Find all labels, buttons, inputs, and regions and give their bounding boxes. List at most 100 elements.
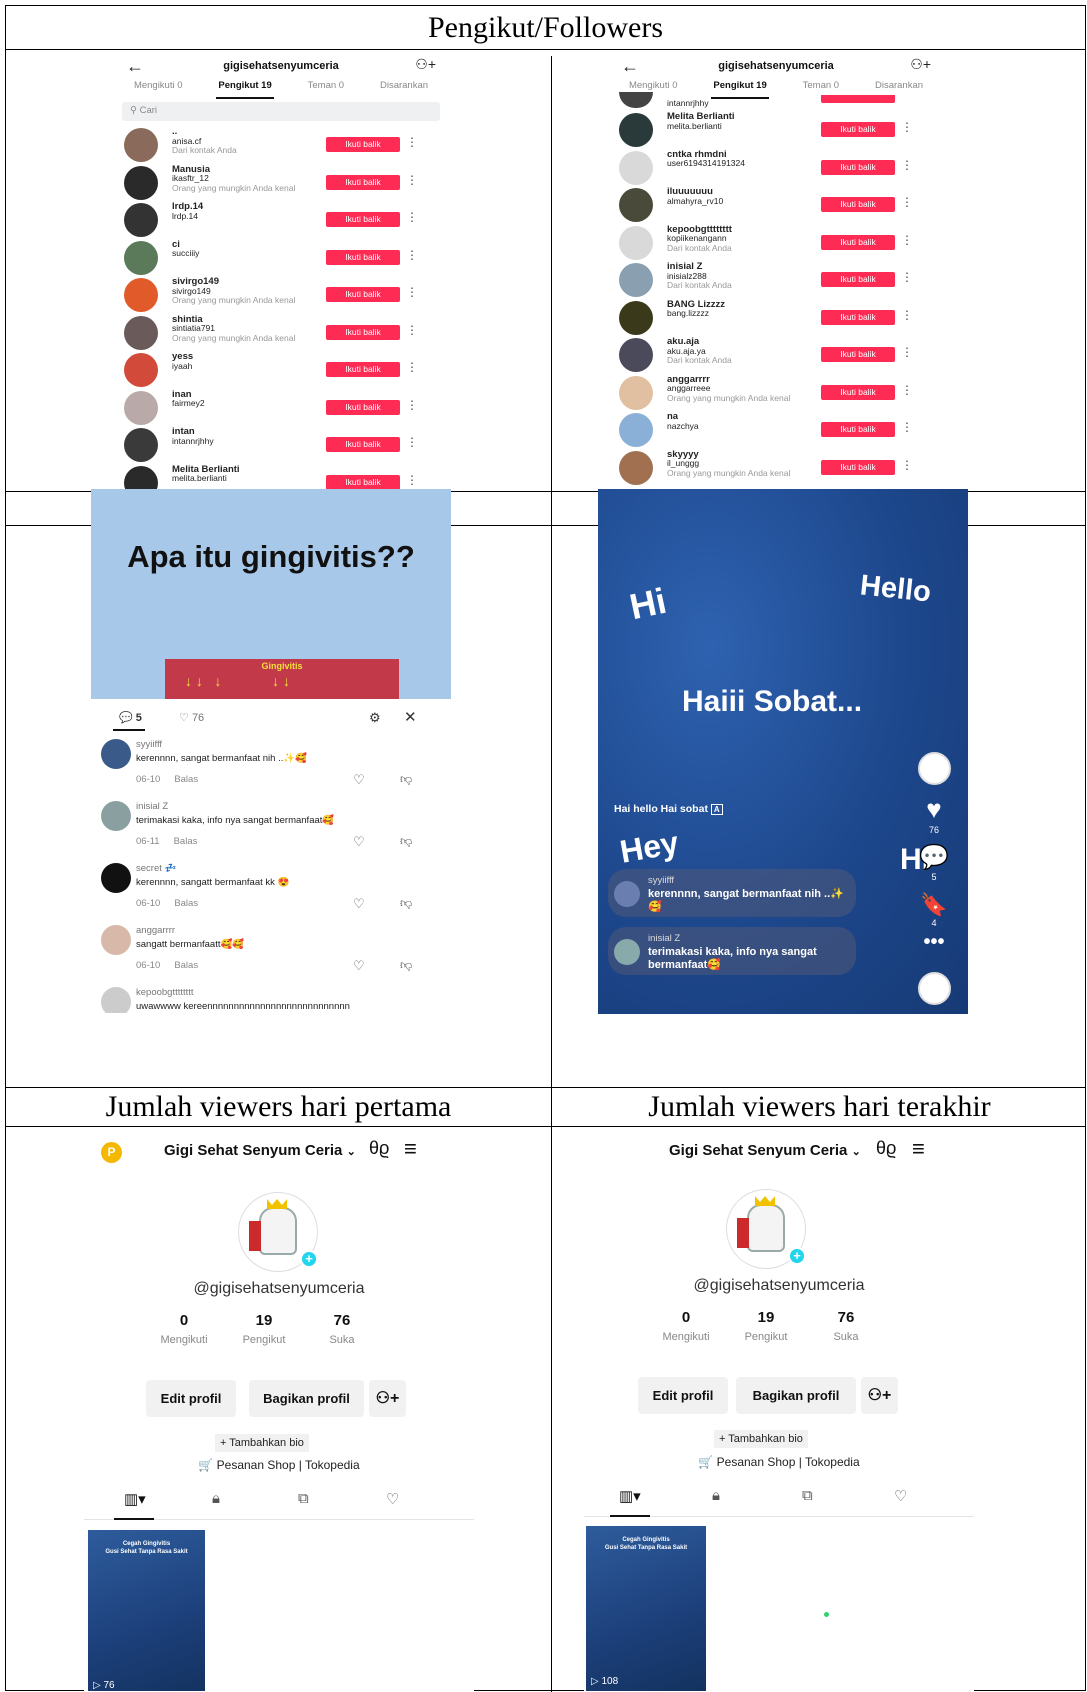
follower-row[interactable]: BANG Lizzzz bang.lizzzz Ikuti balik ⋮	[611, 299, 941, 337]
follow-back-button[interactable]: Ikuti balik	[821, 422, 895, 437]
like-action[interactable]: ♥ 76	[914, 794, 954, 835]
reply-button[interactable]: Balas	[174, 774, 198, 785]
more-icon[interactable]: ⋮	[406, 285, 418, 299]
comment-user[interactable]: kepoobgtttttttt	[136, 987, 194, 998]
more-icon[interactable]: ⋮	[901, 233, 913, 247]
follower-row[interactable]: Melita Berlianti melita.berlianti Ikuti ba…	[116, 464, 446, 490]
more-icon[interactable]: ⋮	[406, 473, 418, 487]
heart-icon[interactable]: ♡	[353, 772, 365, 788]
follow-back-button[interactable]: Ikuti balik	[821, 234, 895, 250]
reply-button[interactable]: Balas	[174, 836, 198, 847]
more-icon[interactable]: ⋮	[406, 435, 418, 449]
video-thumbnail[interactable]: Cegah Gingivitis Gusi Sehat Tanpa Rasa S…	[586, 1526, 706, 1691]
dislike-icon[interactable]: 👎︎	[400, 896, 412, 911]
avatar[interactable]	[101, 739, 131, 769]
stat-likes[interactable]: 76 Suka	[816, 1309, 876, 1343]
follow-back-button[interactable]: Ikuti balik	[326, 362, 400, 377]
follower-row[interactable]: cntka rhmdni user6194314191324 Ikuti balik…	[611, 149, 941, 187]
tab-friends[interactable]: Teman 0	[306, 80, 346, 99]
avatar[interactable]	[124, 428, 158, 462]
avatar[interactable]	[619, 113, 653, 147]
more-icon[interactable]: ⋮	[901, 383, 913, 397]
follower-row[interactable]: .. anisa.cf Dari kontak Anda Ikuti balik ⋮	[116, 127, 446, 164]
follow-back-button[interactable]: Ikuti balik	[326, 399, 400, 415]
more-icon[interactable]: ⋮	[406, 173, 418, 187]
avatar[interactable]	[124, 353, 158, 387]
avatar[interactable]	[619, 300, 653, 335]
follow-back-button[interactable]: Ikuti balik	[821, 272, 895, 287]
add-friend-icon[interactable]: ⚇+	[861, 1377, 898, 1414]
more-icon[interactable]: ⋮	[901, 195, 913, 209]
add-avatar-icon[interactable]: +	[300, 1250, 318, 1268]
glasses-icon[interactable]: θϱ	[876, 1138, 896, 1159]
avatar[interactable]	[619, 188, 653, 222]
follow-back-button[interactable]: Ikuti balik	[326, 249, 400, 265]
follow-back-button[interactable]: Ikuti balik	[326, 212, 400, 227]
more-icon[interactable]: ⋮	[406, 360, 418, 374]
add-avatar-icon[interactable]: +	[788, 1247, 806, 1265]
follow-back-button[interactable]: Ikuti balik	[326, 137, 400, 152]
follower-row[interactable]: sivirgo149 sivirgo149 Orang yang mungkin A…	[116, 277, 446, 314]
profile-name-dropdown[interactable]: Gigi Sehat Senyum Ceria ⌄	[669, 1142, 889, 1159]
heart-icon[interactable]: ♡	[353, 834, 365, 850]
avatar[interactable]	[619, 338, 653, 372]
share-profile-button[interactable]: Bagikan profil	[736, 1377, 856, 1414]
avatar[interactable]	[619, 263, 653, 297]
shop-orders-link[interactable]: 🛒 Pesanan Shop | Tokopedia	[84, 1458, 474, 1472]
avatar[interactable]	[124, 240, 158, 275]
follow-back-button[interactable]: Ikuti balik	[821, 122, 895, 137]
stat-following[interactable]: 0 Mengikuti	[154, 1312, 214, 1346]
more-icon[interactable]: ⋮	[901, 420, 913, 434]
avatar[interactable]	[918, 752, 951, 785]
repost-icon[interactable]: ⧉	[802, 1487, 813, 1504]
lock-icon[interactable]: 🔒︎	[712, 1487, 720, 1504]
more-icon[interactable]: ⋮	[901, 120, 913, 134]
profile-name-dropdown[interactable]: Gigi Sehat Senyum Ceria ⌄	[164, 1142, 384, 1159]
close-icon[interactable]: ✕	[404, 708, 417, 726]
avatar[interactable]	[619, 413, 653, 447]
comment-user[interactable]: inisial Z	[136, 801, 168, 812]
avatar[interactable]	[124, 128, 158, 162]
comment-user[interactable]: syyiifff	[136, 739, 162, 750]
avatar[interactable]	[124, 315, 158, 350]
more-icon[interactable]: ⋮	[901, 270, 913, 284]
shop-orders-link[interactable]: 🛒 Pesanan Shop | Tokopedia	[584, 1455, 974, 1469]
follower-row[interactable]: anggarrrr anggarreee Orang yang mungkin An…	[611, 374, 941, 412]
add-friend-icon[interactable]: ⚇+	[369, 1380, 406, 1417]
follower-row[interactable]: inan fairmey2 Ikuti balik ⋮	[116, 389, 446, 427]
follower-row[interactable]: Melita Berlianti melita.berlianti Ikuti ba…	[611, 112, 941, 149]
filter-icon[interactable]: ⚙	[369, 710, 381, 726]
follower-row[interactable]: ci succiiiy Ikuti balik ⋮	[116, 239, 446, 277]
tab-suggested[interactable]: Disarankan	[378, 80, 430, 99]
share-profile-button[interactable]: Bagikan profil	[249, 1380, 364, 1417]
follower-row[interactable]: Manusia ikasftr_12 Orang yang mungkin Anda…	[116, 164, 446, 202]
follower-row[interactable]: lrdp.14 lrdp.14 Ikuti balik ⋮	[116, 202, 446, 239]
dislike-icon[interactable]: 👎︎	[400, 834, 412, 849]
dislike-icon[interactable]: 👎︎	[400, 772, 412, 787]
follower-row[interactable]: na nazchya Ikuti balik ⋮	[611, 412, 941, 449]
follower-row[interactable]: shintia sintiatia791 Orang yang mungkin An…	[116, 314, 446, 352]
follow-back-button[interactable]: Ikuti balik	[326, 174, 400, 190]
follow-back-button[interactable]: Ikuti balik	[821, 384, 895, 400]
follower-row[interactable]: inisial Zinisialz288 Dari kontak Anda Ikut…	[611, 262, 941, 299]
avatar[interactable]	[124, 165, 158, 200]
more-icon[interactable]: ⋮	[406, 398, 418, 412]
grid-icon[interactable]: ▥▾	[619, 1487, 641, 1505]
more-icon[interactable]: ⋮	[406, 210, 418, 224]
reply-button[interactable]: Balas	[174, 960, 198, 971]
more-icon[interactable]: ⋮	[901, 308, 913, 322]
save-action[interactable]: 🔖 4	[914, 892, 954, 928]
lock-icon[interactable]: 🔒︎	[212, 1490, 220, 1507]
follow-back-button[interactable]: Ikuti balik	[821, 309, 895, 325]
more-icon[interactable]: ⋮	[901, 345, 913, 359]
avatar[interactable]	[619, 375, 653, 410]
follower-row[interactable]: aku.aja aku.aja.ya Dari kontak Anda Ikuti b…	[611, 337, 941, 374]
heart-icon[interactable]: ♡	[353, 896, 365, 912]
tab-followers[interactable]: Pengikut 19	[216, 80, 274, 99]
follower-row[interactable]: skyyyy il_unggg Orang yang mungkin Anda ke…	[611, 449, 941, 487]
follower-row[interactable]: intan intannrjhhy Ikuti balik ⋮	[116, 427, 446, 464]
follow-back-button[interactable]: Ikuti balik	[821, 347, 895, 362]
avatar[interactable]	[101, 863, 131, 893]
glasses-icon[interactable]: θϱ	[369, 1138, 389, 1159]
follow-back-button[interactable]: Ikuti balik	[821, 159, 895, 175]
